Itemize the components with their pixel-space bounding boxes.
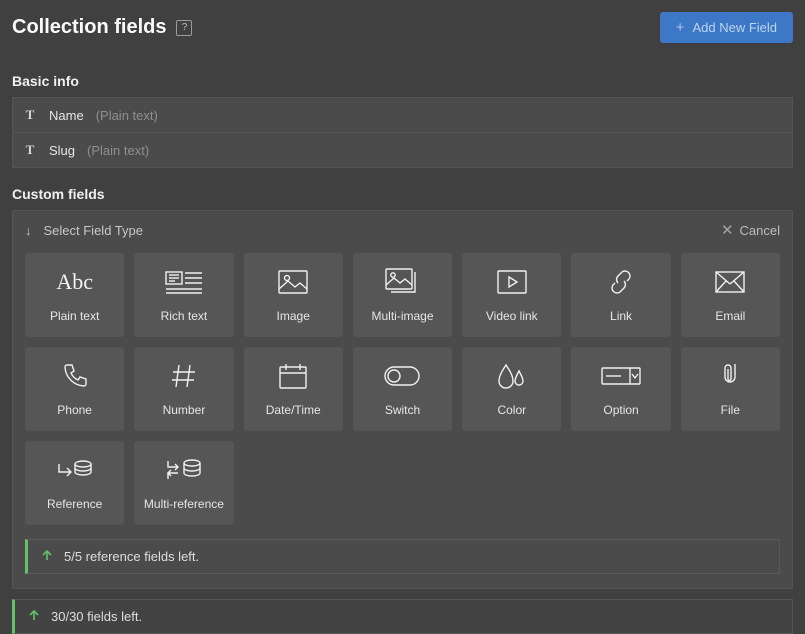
type-label: Switch [385,403,420,417]
type-label: Email [715,309,745,323]
link-icon [607,267,635,297]
type-rich-text[interactable]: Rich text [134,253,233,337]
custom-fields-label: Custom fields [12,186,793,202]
type-link[interactable]: Link [571,253,670,337]
type-label: File [721,403,740,417]
color-icon [497,361,527,391]
type-switch[interactable]: Switch [353,347,452,431]
type-email[interactable]: Email [681,253,780,337]
type-plain-text[interactable]: Abc Plain text [25,253,124,337]
type-file[interactable]: File [681,347,780,431]
type-datetime[interactable]: Date/Time [244,347,343,431]
number-icon [171,361,197,391]
cancel-label: Cancel [740,223,780,238]
image-icon [278,267,308,297]
reference-status-text: 5/5 reference fields left. [64,549,199,564]
type-label: Rich text [161,309,208,323]
multi-reference-icon [166,455,202,485]
type-video-link[interactable]: Video link [462,253,561,337]
type-image[interactable]: Image [244,253,343,337]
type-label: Date/Time [266,403,321,417]
type-label: Plain text [50,309,99,323]
total-status-text: 30/30 fields left. [51,609,142,624]
type-option[interactable]: Option [571,347,670,431]
option-icon [601,361,641,391]
type-color[interactable]: Color [462,347,561,431]
type-phone[interactable]: Phone [25,347,124,431]
field-type: (Plain text) [96,108,158,123]
field-name: Name [49,108,84,123]
type-label: Multi-image [371,309,433,323]
type-label: Image [277,309,310,323]
field-type: (Plain text) [87,143,149,158]
type-label: Number [163,403,206,417]
switch-icon [384,361,420,391]
up-arrow-icon [40,548,54,565]
add-new-field-label: Add New Field [692,20,777,35]
type-label: Color [497,403,526,417]
panel-title: Select Field Type [44,223,143,238]
text-icon: T [23,142,37,158]
calendar-icon [279,361,307,391]
multi-image-icon [385,267,419,297]
help-icon[interactable]: ? [176,20,192,36]
file-icon [719,361,741,391]
field-row-name[interactable]: T Name (Plain text) [12,97,793,133]
down-arrow-icon: ↓ [25,223,32,238]
text-icon: T [23,107,37,123]
close-icon: ✕ [721,221,734,239]
total-fields-status: 30/30 fields left. [12,599,793,634]
type-reference[interactable]: Reference [25,441,124,525]
field-name: Slug [49,143,75,158]
phone-icon [62,361,88,391]
basic-info-label: Basic info [12,73,793,89]
reference-fields-status: 5/5 reference fields left. [25,539,780,574]
type-label: Video link [486,309,538,323]
cancel-button[interactable]: ✕ Cancel [721,221,780,239]
field-type-grid: Abc Plain text Rich text Image Multi [13,245,792,525]
type-label: Link [610,309,632,323]
field-row-slug[interactable]: T Slug (Plain text) [12,133,793,168]
rich-text-icon [165,267,203,297]
type-label: Option [603,403,638,417]
type-label: Multi-reference [144,497,224,511]
page-title: Collection fields [12,16,166,39]
type-label: Reference [47,497,102,511]
video-link-icon [497,267,527,297]
type-multi-image[interactable]: Multi-image [353,253,452,337]
type-number[interactable]: Number [134,347,233,431]
reference-icon [57,455,93,485]
type-multi-reference[interactable]: Multi-reference [134,441,233,525]
type-label: Phone [57,403,92,417]
plus-icon: + [676,20,685,35]
add-new-field-button[interactable]: + Add New Field [660,12,793,43]
email-icon [715,267,745,297]
up-arrow-icon [27,608,41,625]
field-type-panel: ↓ Select Field Type ✕ Cancel Abc Plain t… [12,210,793,589]
plain-text-icon: Abc [56,267,93,297]
